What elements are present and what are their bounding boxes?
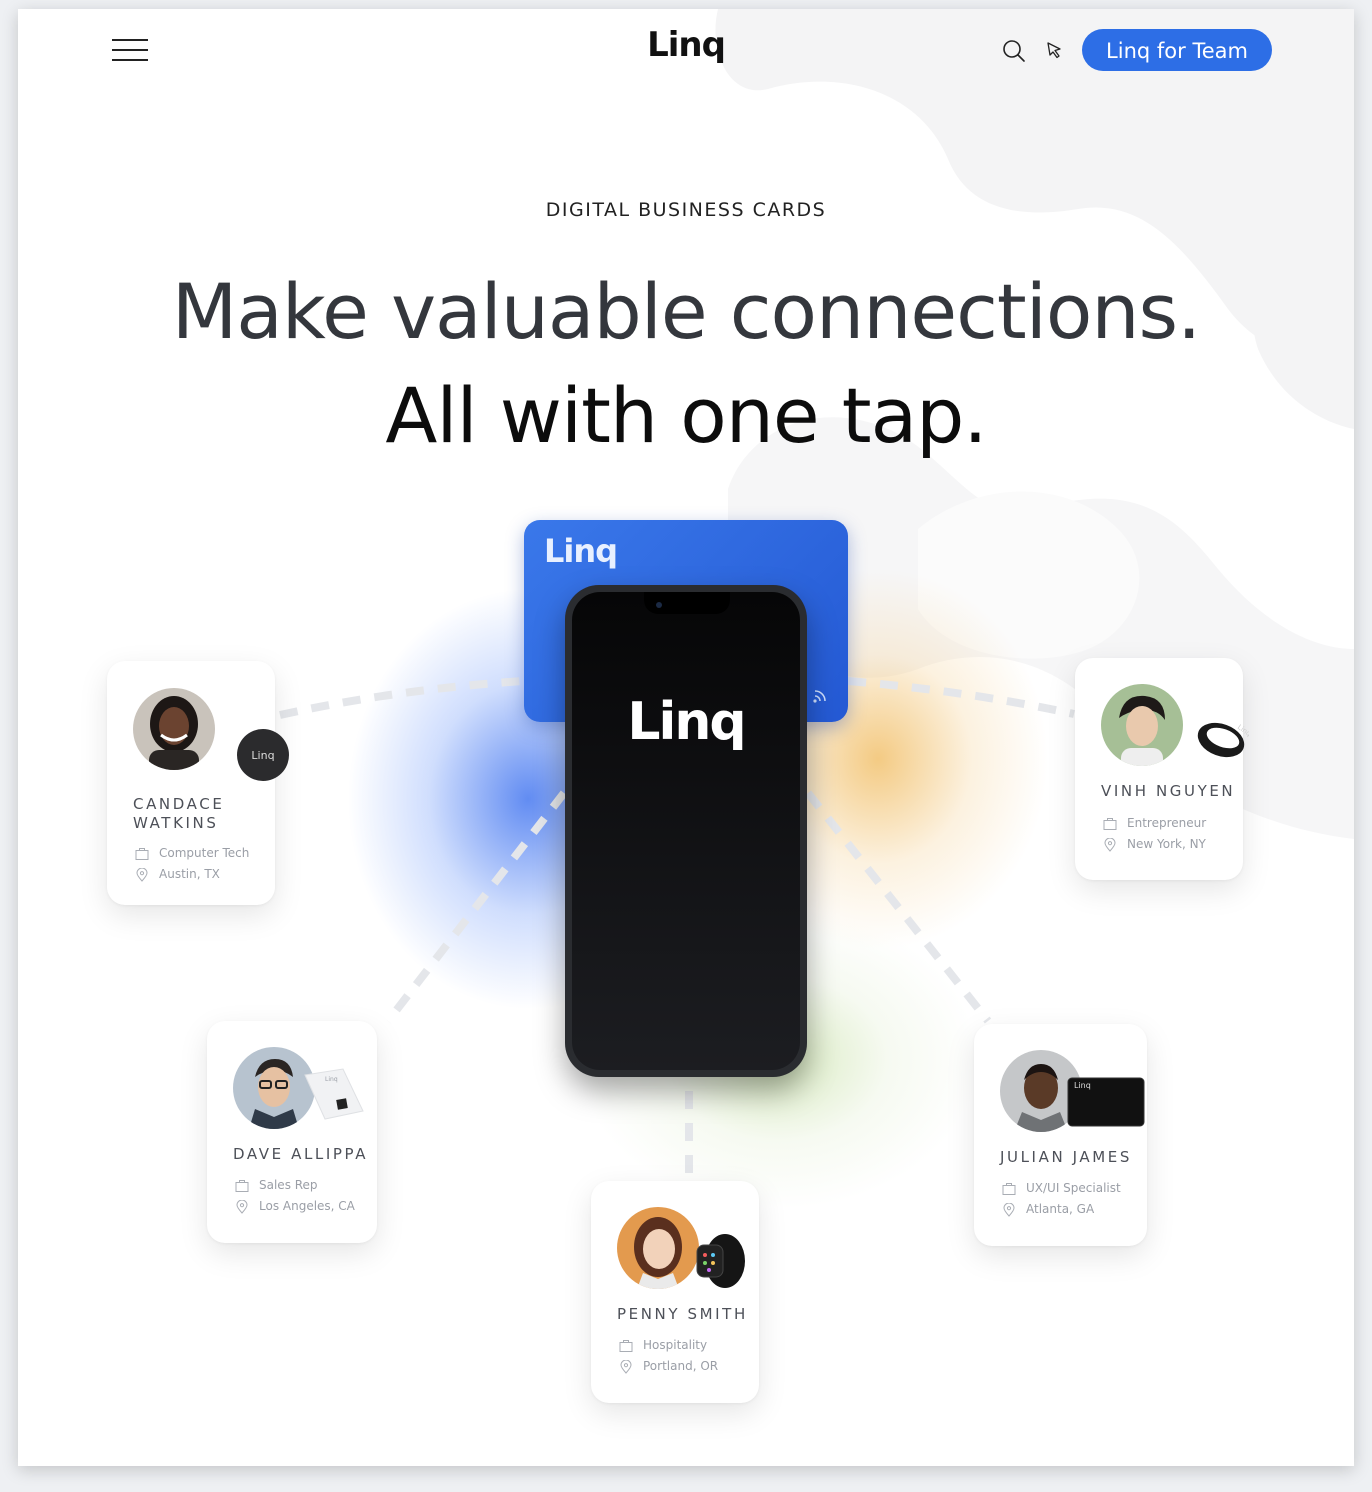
profile-card-candace[interactable]: Linq CANDACE WATKINS Computer Tech Austin… — [107, 661, 289, 905]
avatar — [133, 688, 215, 770]
profile-info: Sales Rep Los Angeles, CA — [235, 1175, 355, 1217]
svg-text:Linq: Linq — [251, 749, 274, 762]
profile-role: Entrepreneur — [1127, 816, 1207, 830]
blue-card-logo: Linq — [544, 532, 618, 570]
svg-text:Linq: Linq — [1074, 1081, 1091, 1090]
briefcase-icon — [1103, 817, 1117, 830]
profile-info: Computer Tech Austin, TX — [135, 843, 249, 885]
briefcase-icon — [1002, 1182, 1016, 1195]
briefcase-icon — [235, 1179, 249, 1192]
profile-info: Hospitality Portland, OR — [619, 1335, 718, 1377]
profile-location: Atlanta, GA — [1026, 1202, 1095, 1216]
avatar — [617, 1207, 699, 1289]
location-pin-icon — [1003, 1202, 1015, 1217]
profile-role: Sales Rep — [259, 1178, 318, 1192]
black-card-icon: Linq — [1067, 1077, 1145, 1127]
profile-location: New York, NY — [1127, 837, 1206, 851]
location-pin-icon — [1104, 837, 1116, 852]
phone-screen: Linq — [572, 592, 800, 1070]
profile-location: Austin, TX — [159, 867, 220, 881]
profile-name: PENNY SMITH — [617, 1305, 748, 1323]
qr-stand-icon: Linq — [304, 1068, 364, 1120]
briefcase-icon — [135, 847, 149, 860]
tap-disc-icon: Linq — [237, 729, 289, 781]
profile-card-dave[interactable]: Linq DAVE ALLIPPA Sales Rep Los Angeles,… — [207, 1021, 377, 1243]
profile-card-julian[interactable]: Linq JULIAN JAMES UX/UI Specialist Atlan… — [974, 1024, 1147, 1246]
phone-camera — [656, 602, 662, 608]
page: Linq Linq for Team DIGITAL BUSINESS CARD… — [18, 9, 1354, 1466]
phone-device: Linq — [565, 585, 807, 1077]
briefcase-icon — [619, 1339, 633, 1352]
location-pin-icon — [236, 1199, 248, 1214]
profile-name: VINH NGUYEN — [1101, 782, 1236, 800]
svg-text:Linq: Linq — [325, 1076, 338, 1083]
phone-logo: Linq — [627, 692, 746, 752]
profile-name: DAVE ALLIPPA — [233, 1145, 369, 1163]
profile-info: Entrepreneur New York, NY — [1103, 813, 1206, 855]
profile-card-vinh[interactable]: Linq VINH NGUYEN Entrepreneur New York, … — [1075, 658, 1249, 880]
wristband-icon: Linq — [1197, 722, 1249, 758]
avatar — [1101, 684, 1183, 766]
smartwatch-icon — [696, 1234, 745, 1288]
profile-name: CANDACE WATKINS — [133, 795, 225, 832]
profile-location: Portland, OR — [643, 1359, 719, 1373]
location-pin-icon — [620, 1359, 632, 1374]
profile-info: UX/UI Specialist Atlanta, GA — [1002, 1178, 1121, 1220]
profile-location: Los Angeles, CA — [259, 1199, 355, 1213]
location-pin-icon — [136, 867, 148, 882]
nfc-icon — [813, 690, 826, 703]
profile-role: UX/UI Specialist — [1026, 1181, 1121, 1195]
profile-card-penny[interactable]: PENNY SMITH Hospitality Portland, OR — [591, 1181, 759, 1403]
profile-role: Hospitality — [643, 1338, 708, 1352]
profile-role: Computer Tech — [159, 846, 250, 860]
profile-name: JULIAN JAMES — [1000, 1148, 1132, 1166]
